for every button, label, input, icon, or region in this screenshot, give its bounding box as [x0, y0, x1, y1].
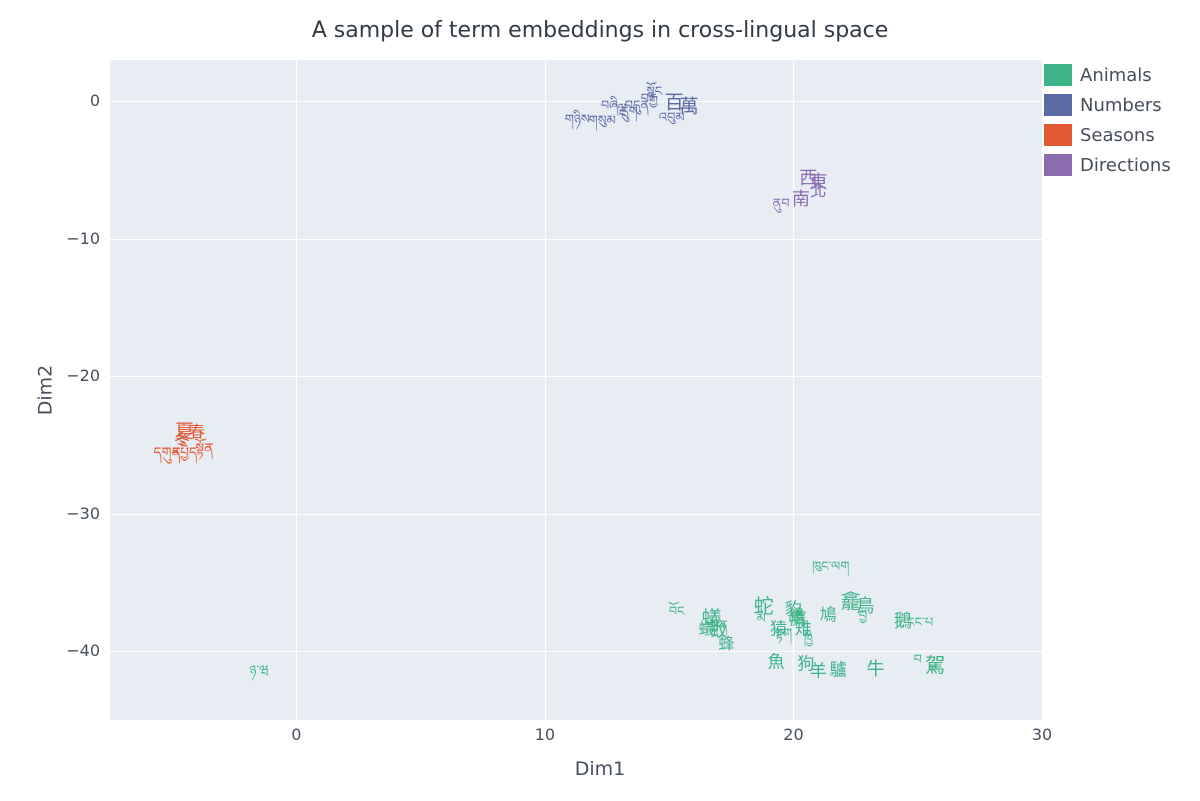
legend-label: Directions — [1080, 155, 1171, 176]
data-point: 北 — [810, 181, 826, 197]
gridline-horizontal — [110, 239, 1042, 240]
data-point: དཔྱིད — [172, 445, 197, 459]
legend-item: Numbers — [1044, 90, 1200, 120]
data-point: 春 — [189, 422, 205, 438]
data-point: བཞི — [601, 98, 618, 111]
gridline-vertical — [1042, 60, 1043, 720]
data-point: ཁུང་ལག — [812, 558, 849, 571]
chart-title: A sample of term embeddings in cross-lin… — [0, 18, 1200, 43]
legend-item: Animals — [1044, 60, 1200, 90]
gridline-horizontal — [110, 376, 1042, 377]
data-point: 羊 — [810, 661, 827, 678]
data-point: ནུབ — [773, 195, 790, 208]
data-point: 南 — [792, 189, 810, 207]
data-point: 鳩 — [820, 604, 837, 621]
data-point: གཉིས — [565, 111, 590, 124]
plot-area: ཉ་ཝབོང蟻蟻蚊蜂སྲན蛇མ猿སྟག魚豹鴿鷹雉狗ཁྱི羊鳩ཁུང་ལག驢龕鳥བ… — [110, 60, 1042, 720]
data-point: ར — [929, 663, 937, 676]
data-point: འབུམ — [659, 110, 685, 123]
data-point: གསུམ — [589, 113, 616, 126]
data-point: སྟོང — [646, 84, 662, 97]
y-tick-label: −40 — [60, 641, 100, 660]
data-point: 牛 — [866, 659, 884, 677]
x-tick-label: 20 — [763, 725, 823, 744]
y-tick-label: −10 — [60, 229, 100, 248]
legend-label: Animals — [1080, 65, 1152, 86]
x-tick-label: 0 — [266, 725, 326, 744]
data-point: 魚 — [768, 651, 785, 668]
legend-item: Directions — [1044, 150, 1200, 180]
data-point: 驢 — [830, 659, 847, 676]
x-axis-label: Dim1 — [0, 758, 1200, 780]
gridline-vertical — [296, 60, 297, 720]
gridline-horizontal — [110, 651, 1042, 652]
y-tick-label: 0 — [60, 91, 100, 110]
data-point: ངང་པ — [907, 615, 933, 628]
data-point: བ — [914, 652, 922, 665]
data-point: བོང — [669, 604, 685, 617]
data-point: ཁྱི — [804, 631, 813, 644]
data-point: བྱ — [859, 608, 867, 621]
legend-swatch — [1044, 64, 1072, 86]
legend-label: Seasons — [1080, 125, 1155, 146]
data-point: མ — [757, 610, 766, 623]
gridline-horizontal — [110, 101, 1042, 102]
gridline-horizontal — [110, 514, 1042, 515]
gridline-vertical — [545, 60, 546, 720]
x-tick-label: 10 — [515, 725, 575, 744]
data-point: སྟོན — [195, 441, 213, 455]
legend: Animals Numbers Seasons Directions — [1044, 60, 1200, 180]
legend-swatch — [1044, 94, 1072, 116]
data-point: 蜂 — [718, 634, 734, 650]
legend-swatch — [1044, 124, 1072, 146]
y-tick-label: −20 — [60, 366, 100, 385]
legend-label: Numbers — [1080, 95, 1162, 116]
legend-item: Seasons — [1044, 120, 1200, 150]
y-axis-label: Dim2 — [34, 365, 56, 416]
scatter-figure: A sample of term embeddings in cross-lin… — [0, 0, 1200, 801]
y-tick-label: −30 — [60, 504, 100, 523]
data-point: ཉ་ཝ — [249, 663, 268, 676]
legend-swatch — [1044, 154, 1072, 176]
x-tick-label: 30 — [1012, 725, 1072, 744]
data-point: སྲན — [710, 617, 727, 630]
